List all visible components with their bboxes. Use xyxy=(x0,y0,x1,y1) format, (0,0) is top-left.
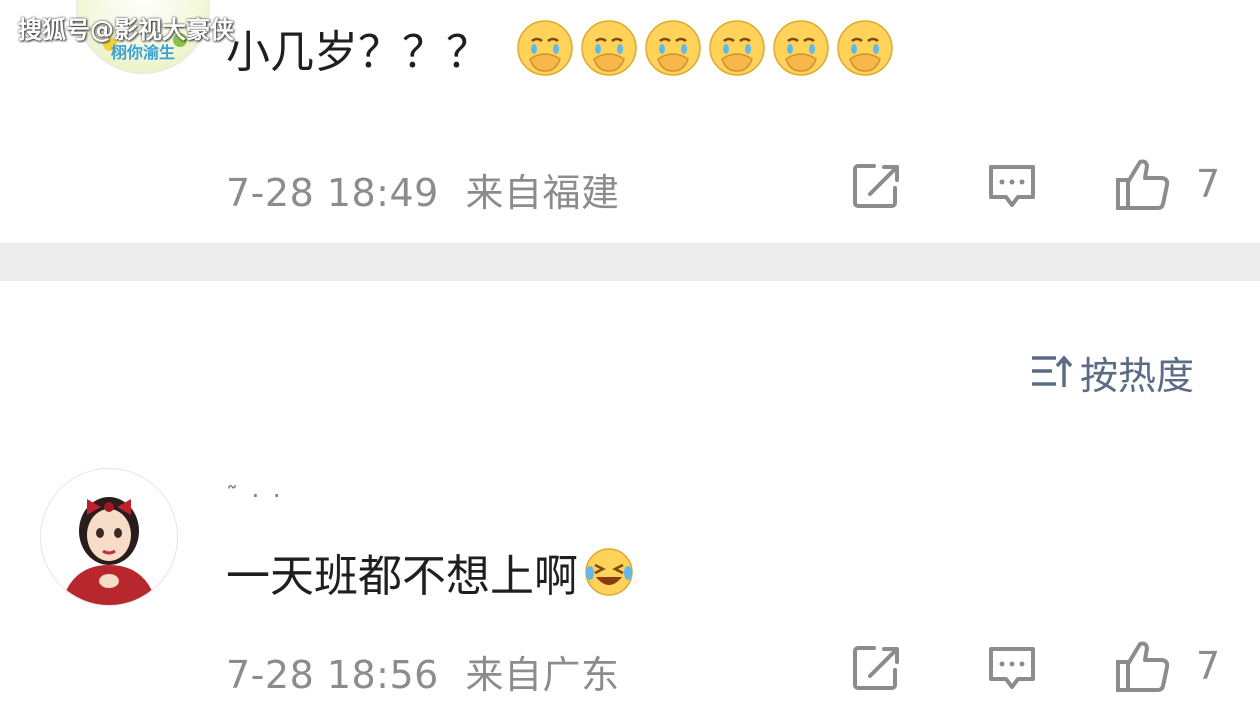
watermark: 搜狐号@影视大豪侠 xyxy=(18,16,234,44)
comment-text: 小几岁？？？ xyxy=(226,19,894,78)
cry-covering-mouth-emoji xyxy=(709,20,765,76)
location: 来自福建 xyxy=(465,171,620,215)
thumbs-up-icon[interactable] xyxy=(1114,156,1172,212)
comment-body: 一天班都不想上啊 xyxy=(226,551,578,602)
comment-icon[interactable] xyxy=(986,162,1038,212)
cry-covering-mouth-emoji xyxy=(645,20,701,76)
cry-covering-mouth-emoji xyxy=(837,20,893,76)
like-count: 7 xyxy=(1196,644,1221,688)
share-icon[interactable] xyxy=(852,162,904,210)
sort-label: 按热度 xyxy=(1080,353,1195,398)
comment-text: 一天班都不想上啊 xyxy=(226,540,634,604)
comment-meta: 7-28 18:49 来自福建 xyxy=(226,162,619,217)
sort-icon xyxy=(1032,355,1072,387)
username[interactable]: ˜ · · xyxy=(226,482,284,510)
laugh-cry-emoji xyxy=(585,548,633,596)
timestamp: 7-28 18:49 xyxy=(226,171,439,215)
avatar[interactable] xyxy=(40,468,178,606)
sort-by-hot-button[interactable]: 按热度 xyxy=(1030,348,1194,398)
emoji-row xyxy=(516,19,894,77)
thumbs-up-icon[interactable] xyxy=(1114,638,1172,694)
timestamp: 7-28 18:56 xyxy=(226,653,439,697)
comment-icon[interactable] xyxy=(986,644,1038,694)
share-icon[interactable] xyxy=(852,644,904,692)
cry-covering-mouth-emoji xyxy=(581,20,637,76)
cry-covering-mouth-emoji xyxy=(517,20,573,76)
like-count: 7 xyxy=(1196,162,1221,206)
cry-covering-mouth-emoji xyxy=(773,20,829,76)
section-divider xyxy=(0,243,1260,281)
avatar-illustration xyxy=(41,469,177,605)
comment-body: 小几岁？？？ xyxy=(226,27,490,78)
comment-meta: 7-28 18:56 来自广东 xyxy=(226,644,619,699)
location: 来自广东 xyxy=(465,653,620,697)
